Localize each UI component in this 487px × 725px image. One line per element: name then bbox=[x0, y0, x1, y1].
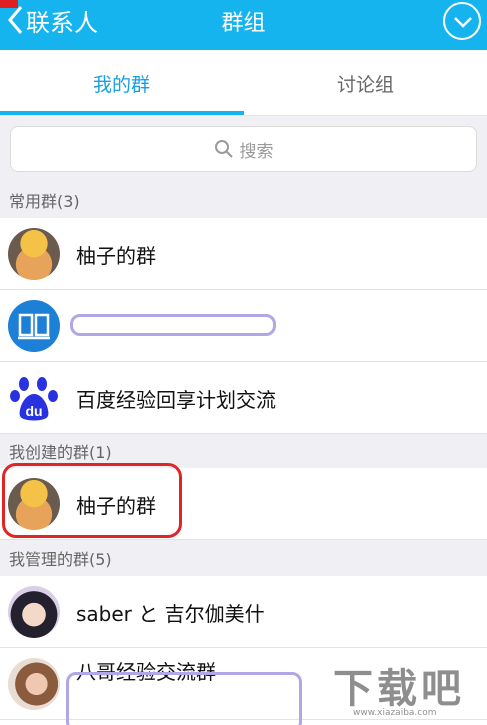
group-row[interactable]: 柚子的群 bbox=[0, 218, 487, 290]
active-tab-indicator bbox=[0, 111, 244, 115]
hinata-avatar bbox=[8, 586, 60, 638]
redaction-scribble bbox=[70, 314, 276, 336]
search-placeholder: 搜索 bbox=[239, 141, 274, 162]
section-header-managed: 我管理的群(5) bbox=[0, 540, 487, 576]
tab-discussion-groups[interactable]: 讨论组 bbox=[244, 50, 487, 116]
page-title: 群组 bbox=[221, 11, 266, 36]
watermark-brand: 下载吧 bbox=[333, 666, 465, 712]
group-row[interactable]: du 百度经验回享计划交流 bbox=[0, 362, 487, 434]
tab-bar: 我的群 讨论组 bbox=[0, 50, 487, 116]
search-area: 搜索 bbox=[0, 116, 487, 182]
search-input[interactable]: 搜索 bbox=[10, 126, 477, 172]
svg-text:du: du bbox=[25, 403, 42, 419]
naruto-avatar bbox=[8, 228, 60, 280]
group-row[interactable] bbox=[0, 290, 487, 362]
baidu-paw-icon: du bbox=[8, 372, 60, 424]
more-menu-button[interactable] bbox=[443, 2, 481, 40]
chevron-down-icon bbox=[454, 17, 472, 28]
watermark: 下载吧 www.xiazaiba.com bbox=[333, 656, 473, 718]
watermark-url: www.xiazaiba.com bbox=[353, 708, 437, 718]
search-icon bbox=[214, 140, 233, 158]
highlight-annotation bbox=[2, 463, 182, 538]
book-icon bbox=[8, 300, 60, 352]
top-bar: 联系人 群组 bbox=[0, 0, 487, 50]
group-name: 柚子的群 bbox=[76, 243, 156, 268]
group-row[interactable]: saber と 吉尔伽美什 bbox=[0, 576, 487, 648]
tab-my-groups[interactable]: 我的群 bbox=[0, 50, 243, 116]
redaction-scribble bbox=[66, 672, 302, 725]
section-header-frequent: 常用群(3) bbox=[0, 182, 487, 218]
group-name: 百度经验回享计划交流 bbox=[76, 387, 276, 412]
girl-avatar bbox=[8, 658, 60, 710]
